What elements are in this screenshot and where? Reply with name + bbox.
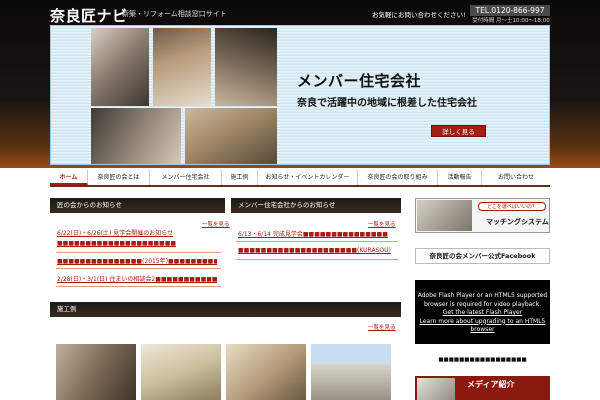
contact-message: お気軽にお問い合わせください! — [372, 11, 466, 19]
member-news-more-link[interactable]: 一覧を見る — [368, 220, 396, 228]
news-more-link[interactable]: 一覧を見る — [202, 220, 230, 228]
works-thumbnail-2[interactable] — [141, 344, 221, 400]
nav-reports[interactable]: 活動報告 — [438, 170, 482, 185]
matching-photo — [417, 200, 472, 231]
hero-details-button[interactable]: 詳しく見る — [431, 125, 486, 137]
news-item-3[interactable]: 2/28(日)・3/1(日) 住まいの相談会2■■■■■■■■■■■■■■■■■… — [57, 274, 217, 283]
hero-subtitle: 奈良で活躍中の地域に根差した住宅会社 — [297, 98, 477, 109]
works-thumbnail-3[interactable] — [226, 344, 306, 400]
hero-photo-measuring — [185, 108, 277, 164]
works-thumbnail-1[interactable] — [56, 344, 136, 400]
site-header: 奈良匠ナビ 新築・リフォーム相談窓口サイト お気軽にお問い合わせください! TE… — [0, 0, 600, 168]
media-banner[interactable]: メディア紹介 — [415, 376, 550, 400]
news-item-1[interactable]: 6/22(日)・6/26(土) 見学会開催のお知らせ■■■■■■■■■■■■■■… — [57, 229, 217, 249]
flash-player-link[interactable]: Get the latest Flash Player — [443, 309, 522, 316]
site-logo[interactable]: 奈良匠ナビ — [50, 5, 128, 26]
hero-title: メンバー住宅会社 — [297, 72, 422, 90]
news-divider — [56, 268, 221, 269]
facebook-heading[interactable]: 奈良匠の会メンバー公式Facebook — [415, 248, 550, 264]
media-thumbnail — [417, 378, 455, 400]
nav-events[interactable]: お知らせ・イベントカレンダー — [258, 170, 358, 185]
works-more-link[interactable]: 一覧を見る — [368, 323, 396, 331]
nav-initiatives[interactable]: 奈良匠の会の取り組み — [358, 170, 438, 185]
member-news-divider — [236, 241, 398, 242]
news-heading: 匠の会からのお知らせ — [50, 198, 225, 213]
video-caption: ■■■■■■■■■■■■■■■■■ — [438, 357, 527, 363]
matching-title: マッチングシステム — [486, 218, 549, 226]
news-item-2[interactable]: ■■■■■■■■■■■■■■■(2015年)■■■■■■■■■■■ — [57, 256, 217, 265]
hero-photo-carpenter — [153, 28, 211, 106]
news-divider — [56, 252, 221, 253]
hero-photo-sawing — [91, 108, 181, 164]
html5-browser-link[interactable]: Learn more about upgrading to an HTML5 b… — [420, 318, 546, 334]
flash-message: Adobe Flash Player or an HTML5 supported… — [417, 292, 548, 308]
phone-number[interactable]: TEL.0120-866-997 — [470, 5, 550, 16]
matching-bubble: どこを選べばいいの？ — [478, 202, 546, 211]
news-divider — [56, 286, 221, 287]
hero-photo-architect — [91, 28, 149, 106]
main-nav: ホーム 奈良匠の会とは メンバー住宅会社 施工例 お知らせ・イベントカレンダー … — [50, 170, 550, 187]
member-news-item-1[interactable]: 6/13・6/14 完成見学会■■■■■■■■■■■■■■■ — [238, 229, 398, 238]
hero-photo-hammer — [215, 28, 277, 106]
member-news-item-2[interactable]: ■■■■■■■■■■■■■■■■■■■■■(KURASOU) — [238, 247, 398, 254]
site-tagline: 新築・リフォーム相談窓口サイト — [122, 10, 227, 18]
member-news-heading: メンバー住宅会社からのお知らせ — [231, 198, 401, 213]
media-title: メディア紹介 — [467, 380, 515, 389]
business-hours: 受付時間 月～土10:00～18:00 — [472, 18, 550, 24]
matching-system-banner[interactable]: どこを選べばいいの？ マッチングシステム — [415, 198, 550, 233]
member-news-divider — [236, 259, 398, 260]
nav-contact[interactable]: お問い合わせ — [482, 170, 550, 185]
works-thumbnail-4[interactable] — [311, 344, 391, 400]
nav-members[interactable]: メンバー住宅会社 — [150, 170, 222, 185]
nav-about[interactable]: 奈良匠の会とは — [88, 170, 150, 185]
nav-works[interactable]: 施工例 — [222, 170, 258, 185]
works-heading: 施工例 — [50, 302, 401, 317]
hero-banner[interactable]: メンバー住宅会社 奈良で活躍中の地域に根差した住宅会社 詳しく見る — [50, 25, 550, 165]
nav-home[interactable]: ホーム — [50, 170, 88, 185]
video-player[interactable]: Adobe Flash Player or an HTML5 supported… — [415, 280, 550, 344]
